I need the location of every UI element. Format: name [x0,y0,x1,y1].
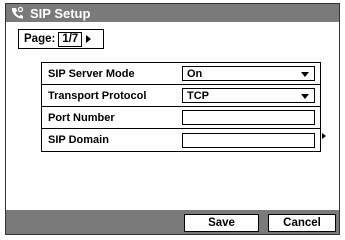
next-page-icon[interactable] [86,35,92,43]
page-selector[interactable]: Page: 1/7 [18,29,104,49]
row-sip-server-mode: SIP Server Mode On [42,63,320,85]
sip-domain-label: SIP Domain [48,134,109,146]
transport-protocol-value: TCP [187,89,209,102]
page-label: Page: [24,33,56,45]
save-button[interactable]: Save [184,214,259,232]
scroll-right-icon[interactable] [322,133,326,139]
chevron-down-icon [301,72,309,77]
bottom-bar: Save Cancel [6,210,339,234]
port-number-input[interactable] [182,110,315,125]
title-bar: SIP Setup [6,4,339,22]
page-number: 1/7 [58,31,83,47]
cancel-button[interactable]: Cancel [268,214,336,232]
transport-protocol-select[interactable]: TCP [182,88,315,103]
sip-form: SIP Server Mode On Transport Protocol TC… [41,62,321,152]
sip-server-mode-select[interactable]: On [182,66,315,81]
row-port-number: Port Number [42,107,320,129]
phone-settings-icon [11,6,24,19]
chevron-down-icon [301,94,309,99]
transport-protocol-label: Transport Protocol [48,89,147,102]
sip-server-mode-label: SIP Server Mode [48,67,135,80]
port-number-label: Port Number [48,111,115,124]
sip-domain-input[interactable] [182,132,315,148]
row-transport-protocol: Transport Protocol TCP [42,85,320,107]
sip-server-mode-value: On [187,67,203,80]
sip-setup-window: SIP Setup Page: 1/7 SIP Server Mode On T… [5,3,340,235]
row-sip-domain: SIP Domain [42,129,320,151]
window-title: SIP Setup [30,5,91,21]
